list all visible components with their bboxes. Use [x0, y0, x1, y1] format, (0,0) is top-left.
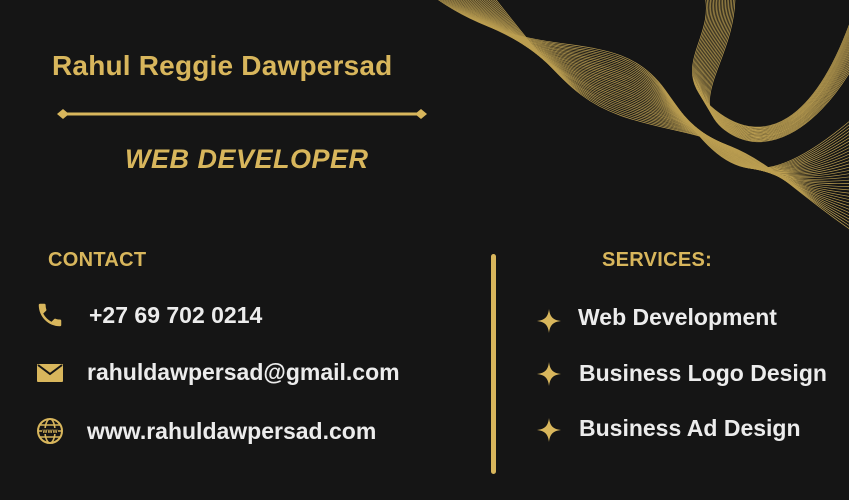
contact-phone[interactable]: +27 69 702 0214	[35, 300, 262, 330]
owner-name: Rahul Reggie Dawpersad	[52, 50, 393, 81]
job-title: WEB DEVELOPER	[125, 144, 369, 174]
gold-wave-decoration	[438, 0, 849, 230]
contact-email[interactable]: rahuldawpersad@gmail.com	[35, 359, 400, 386]
wave-line	[699, 0, 849, 134]
wave-line	[485, 0, 849, 210]
service-label: Business Ad Design	[579, 414, 801, 441]
services-heading: SERVICES:	[602, 249, 713, 271]
contact-heading: CONTACT	[48, 249, 147, 271]
svg-text:WWW: WWW	[42, 429, 57, 435]
wave-line	[465, 0, 849, 179]
sparkle-icon	[536, 417, 562, 443]
contact-website[interactable]: WWW www.rahuldawpersad.com	[35, 417, 376, 445]
wave-line	[464, 0, 849, 177]
wave-line	[702, 0, 849, 136]
email-address: rahuldawpersad@gmail.com	[87, 359, 400, 385]
globe-icon: WWW	[35, 417, 65, 445]
service-item: Web Development	[536, 300, 777, 334]
wave-line	[705, 0, 849, 140]
service-item: Business Logo Design	[536, 359, 827, 387]
vertical-divider	[491, 254, 496, 474]
wave-line	[455, 0, 849, 173]
service-label: Business Logo Design	[579, 359, 827, 386]
service-item: Business Ad Design	[536, 413, 801, 443]
gold-divider	[57, 109, 427, 119]
wave-line	[492, 0, 849, 223]
wave-line	[697, 0, 849, 133]
service-label: Web Development	[578, 303, 777, 330]
sparkle-icon	[536, 308, 562, 334]
business-card: Rahul Reggie Dawpersad WEB DEVELOPER CON…	[0, 0, 849, 500]
wave-line	[700, 0, 849, 135]
wave-line	[467, 0, 849, 180]
sparkle-icon	[536, 361, 562, 387]
wave-line	[706, 0, 849, 140]
phone-number: +27 69 702 0214	[89, 301, 263, 328]
wave-line	[692, 0, 849, 128]
wave-line	[703, 0, 849, 138]
website-url: www.rahuldawpersad.com	[87, 417, 377, 444]
phone-icon	[35, 300, 65, 330]
mail-icon	[35, 362, 65, 384]
wave-line	[474, 0, 849, 191]
